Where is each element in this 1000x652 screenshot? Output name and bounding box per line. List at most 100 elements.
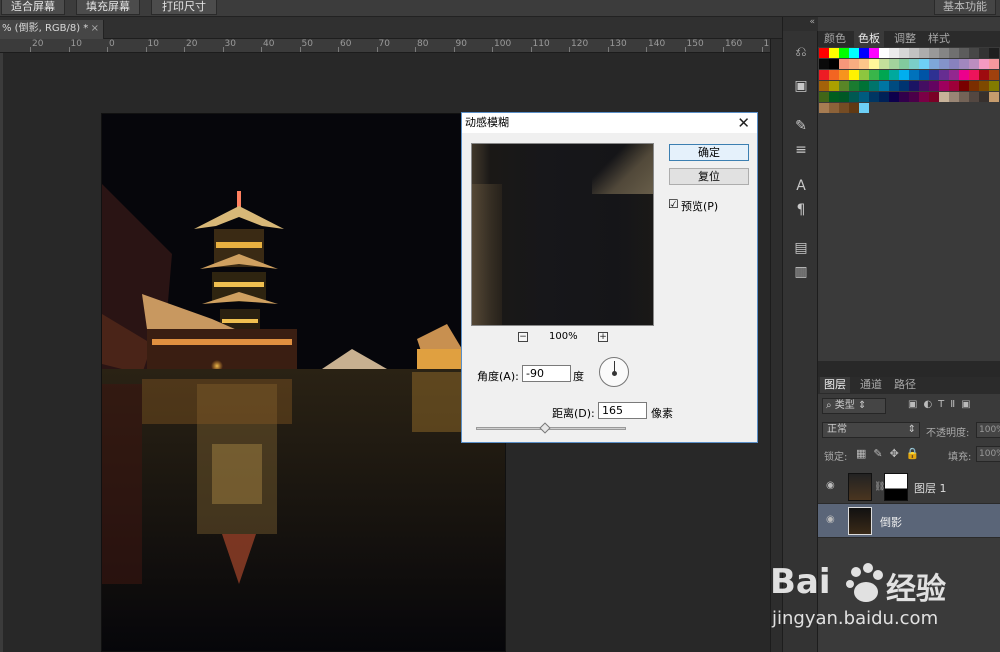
color-swatch[interactable] <box>879 70 889 80</box>
color-swatch[interactable] <box>819 48 829 58</box>
dialog-titlebar[interactable]: 动感模糊 ✕ <box>462 113 757 133</box>
color-swatch[interactable] <box>909 59 919 69</box>
document-image[interactable] <box>101 113 506 652</box>
color-swatch[interactable] <box>959 59 969 69</box>
color-swatch[interactable] <box>829 48 839 58</box>
preview-checkbox[interactable]: ☑ <box>668 197 679 211</box>
color-swatch[interactable] <box>919 59 929 69</box>
color-swatch[interactable] <box>839 48 849 58</box>
color-swatch[interactable] <box>839 103 849 113</box>
opacity-input[interactable]: 100% <box>976 422 1000 438</box>
color-swatch[interactable] <box>869 81 879 91</box>
color-swatch[interactable] <box>859 70 869 80</box>
color-swatch[interactable] <box>919 81 929 91</box>
color-swatch[interactable] <box>979 81 989 91</box>
color-swatch[interactable] <box>899 59 909 69</box>
color-swatch[interactable] <box>909 70 919 80</box>
close-icon[interactable]: ✕ <box>737 113 750 133</box>
camera-icon[interactable]: ▣ <box>791 77 811 95</box>
notes-icon[interactable]: ▤ <box>791 239 811 257</box>
color-swatch[interactable] <box>969 81 979 91</box>
color-swatch[interactable] <box>919 70 929 80</box>
color-swatch[interactable] <box>849 103 859 113</box>
fill-input[interactable]: 100% <box>976 446 1000 462</box>
collapse-panels-icon[interactable]: « <box>783 17 819 31</box>
color-swatch[interactable] <box>899 92 909 102</box>
color-swatch[interactable] <box>949 81 959 91</box>
ok-button[interactable]: 确定 <box>669 144 749 161</box>
color-swatch[interactable] <box>849 92 859 102</box>
color-swatch[interactable] <box>879 48 889 58</box>
color-swatch[interactable] <box>989 92 999 102</box>
workspace-switcher[interactable]: 基本功能 <box>934 0 996 15</box>
color-swatch[interactable] <box>929 70 939 80</box>
color-swatch[interactable] <box>989 81 999 91</box>
color-swatch[interactable] <box>969 70 979 80</box>
color-swatch[interactable] <box>979 70 989 80</box>
color-swatch[interactable] <box>839 59 849 69</box>
blend-mode-select[interactable]: 正常 ⇕ <box>822 422 920 438</box>
tab-channels[interactable]: 通道 <box>856 377 886 393</box>
color-swatch[interactable] <box>889 48 899 58</box>
color-swatch[interactable] <box>949 48 959 58</box>
color-swatch[interactable] <box>929 81 939 91</box>
color-swatch[interactable] <box>949 92 959 102</box>
color-swatch[interactable] <box>949 59 959 69</box>
color-swatch[interactable] <box>839 70 849 80</box>
color-swatch[interactable] <box>939 48 949 58</box>
angle-input[interactable]: -90 <box>522 365 571 382</box>
color-swatch[interactable] <box>879 81 889 91</box>
color-swatch[interactable] <box>819 92 829 102</box>
document-tab[interactable]: % (倒影, RGB/8) * × <box>0 20 104 39</box>
visibility-eye-icon[interactable]: ◉ <box>826 514 835 525</box>
fill-screen-button[interactable]: 填充屏幕 <box>76 0 140 15</box>
tab-color[interactable]: 颜色 <box>820 31 850 47</box>
angle-dial[interactable] <box>599 357 629 387</box>
color-swatch[interactable] <box>869 48 879 58</box>
color-swatch[interactable] <box>919 48 929 58</box>
color-swatch[interactable] <box>979 48 989 58</box>
color-swatch[interactable] <box>929 92 939 102</box>
distance-slider-thumb[interactable] <box>539 422 551 434</box>
color-swatch[interactable] <box>929 59 939 69</box>
distance-input[interactable]: 165 <box>598 402 647 419</box>
color-swatch[interactable] <box>939 81 949 91</box>
color-swatch[interactable] <box>959 92 969 102</box>
color-swatch[interactable] <box>959 70 969 80</box>
color-swatch[interactable] <box>869 70 879 80</box>
color-swatch[interactable] <box>889 92 899 102</box>
color-swatch[interactable] <box>949 70 959 80</box>
color-swatch[interactable] <box>849 59 859 69</box>
paragraph-icon[interactable]: ¶ <box>791 201 811 219</box>
color-swatch[interactable] <box>899 70 909 80</box>
color-swatch[interactable] <box>829 81 839 91</box>
layer-filter-icons[interactable]: ▣◐TⅡ▣ <box>908 399 977 410</box>
color-swatch[interactable] <box>839 92 849 102</box>
color-swatch[interactable] <box>939 59 949 69</box>
color-swatch[interactable] <box>879 59 889 69</box>
color-swatch[interactable] <box>849 48 859 58</box>
color-swatch[interactable] <box>899 48 909 58</box>
color-swatch[interactable] <box>849 70 859 80</box>
blur-preview[interactable] <box>471 143 654 326</box>
color-swatch[interactable] <box>819 59 829 69</box>
zoom-in-button[interactable]: + <box>598 332 608 342</box>
layer-row-reflection[interactable]: ◉ 倒影 <box>818 504 1000 538</box>
print-size-button[interactable]: 打印尺寸 <box>151 0 217 15</box>
color-swatch[interactable] <box>829 59 839 69</box>
canvas-vertical-scrollbar[interactable] <box>770 39 782 652</box>
color-swatch[interactable] <box>869 92 879 102</box>
character-icon[interactable]: A <box>791 177 811 195</box>
color-swatch[interactable] <box>959 81 969 91</box>
color-swatch[interactable] <box>989 48 999 58</box>
color-swatch[interactable] <box>819 103 829 113</box>
color-swatch[interactable] <box>909 92 919 102</box>
color-swatch[interactable] <box>919 92 929 102</box>
color-swatch[interactable] <box>989 70 999 80</box>
adjust-sliders-icon[interactable]: ≡ <box>791 141 811 159</box>
color-swatch[interactable] <box>909 81 919 91</box>
color-swatch[interactable] <box>819 81 829 91</box>
layer-mask-thumbnail[interactable] <box>884 473 908 501</box>
tab-layers[interactable]: 图层 <box>820 377 850 393</box>
color-swatch[interactable] <box>859 59 869 69</box>
